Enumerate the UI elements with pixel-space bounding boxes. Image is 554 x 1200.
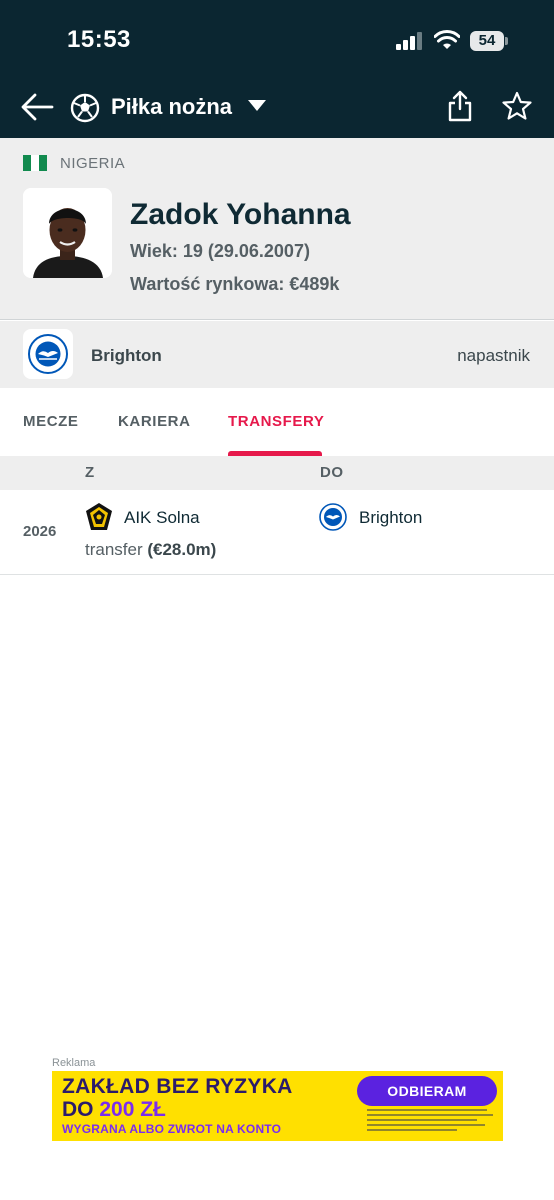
header-from: Z (85, 464, 95, 481)
status-bar: 15:53 54 (0, 0, 554, 80)
transfers-table-header: Z DO (0, 456, 554, 490)
tab-bar: MECZE KARIERA TRANSFERY (0, 388, 554, 456)
brighton-logo-icon (23, 329, 73, 379)
table-row[interactable]: 2026 AIK Solna Brighton transfer (€28.0m… (0, 490, 554, 575)
to-team-name[interactable]: Brighton (359, 508, 422, 528)
sport-selector-label[interactable]: Piłka nożna (111, 94, 232, 120)
current-team-name: Brighton (91, 346, 162, 365)
player-age: Wiek: 19 (29.06.2007) (130, 241, 310, 261)
status-time: 15:53 (67, 26, 131, 53)
brighton-logo-icon (319, 503, 347, 531)
player-country: NIGERIA (60, 155, 126, 172)
cellular-signal-icon (396, 32, 422, 50)
soccer-ball-icon[interactable] (70, 93, 100, 123)
player-photo (23, 188, 112, 278)
app-bar: Piłka nożna (0, 80, 554, 138)
caret-down-icon[interactable] (248, 100, 266, 112)
transfer-year: 2026 (23, 523, 57, 540)
header-to: DO (320, 464, 344, 481)
nigeria-flag-icon (23, 155, 47, 171)
share-icon[interactable] (446, 90, 474, 122)
star-icon[interactable] (502, 91, 532, 121)
ad-fine-print (367, 1109, 497, 1137)
aik-logo-icon (86, 503, 112, 530)
ad-subheadline-prefix: DO (62, 1098, 100, 1121)
current-team-row[interactable]: Brighton napastnik (0, 321, 554, 388)
ad-subheadline: DO 200 ZŁ (62, 1098, 166, 1122)
ad-label: Reklama (52, 1057, 96, 1069)
transfer-details: transfer (€28.0m) (85, 540, 216, 560)
wifi-icon (434, 30, 460, 49)
battery-icon: 54 (470, 31, 508, 51)
battery-level: 54 (470, 31, 504, 51)
back-arrow-icon[interactable] (20, 92, 54, 122)
ad-amount: 200 ZŁ (99, 1098, 166, 1121)
tab-kariera[interactable]: KARIERA (118, 413, 191, 430)
transfer-type: transfer (85, 540, 148, 559)
player-market-value: Wartość rynkowa: €489k (130, 274, 340, 294)
player-position: napastnik (457, 346, 530, 365)
ad-cta-button[interactable]: ODBIERAM (357, 1076, 497, 1106)
tab-transfery[interactable]: TRANSFERY (228, 413, 325, 430)
ad-headline: ZAKŁAD BEZ RYZYKA (62, 1075, 293, 1098)
player-profile: NIGERIA Zadok Yohanna Wiek: 19 (29.06.20… (0, 138, 554, 320)
ad-area: Reklama ZAKŁAD BEZ RYZYKA DO 200 ZŁ WYGR… (0, 1054, 554, 1200)
ad-banner[interactable]: ZAKŁAD BEZ RYZYKA DO 200 ZŁ WYGRANA ALBO… (52, 1071, 503, 1141)
ad-tagline: WYGRANA ALBO ZWROT NA KONTO (62, 1122, 282, 1136)
player-name: Zadok Yohanna (130, 198, 351, 231)
tab-mecze[interactable]: MECZE (23, 413, 79, 430)
from-team-name[interactable]: AIK Solna (124, 508, 200, 528)
transfer-fee: (€28.0m) (147, 540, 217, 559)
